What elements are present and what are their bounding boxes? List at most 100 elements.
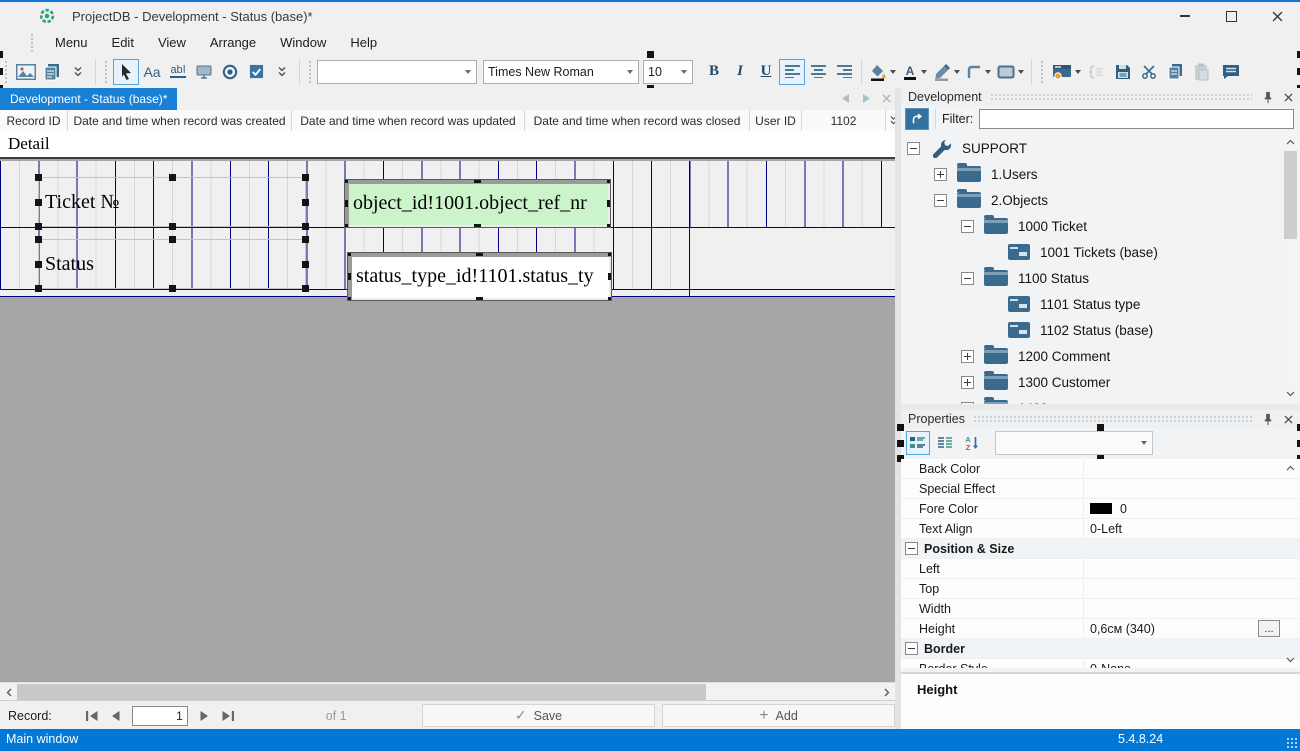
form-history-button[interactable] <box>1049 59 1084 85</box>
toolbar-grip[interactable] <box>1040 59 1045 84</box>
resize-grip[interactable] <box>1286 737 1298 749</box>
scrollbar-thumb[interactable] <box>17 684 706 700</box>
maximize-button[interactable] <box>1208 2 1254 30</box>
tab-close-button[interactable] <box>879 91 893 105</box>
scroll-right-button[interactable] <box>878 683 895 701</box>
tree-item-1100-status[interactable]: 1100 Status <box>901 265 1300 291</box>
previous-record-button[interactable] <box>104 705 128 727</box>
scrollbar-thumb[interactable] <box>1284 151 1297 239</box>
scroll-down-button[interactable] <box>1283 651 1298 668</box>
toolbar-grip[interactable] <box>308 59 313 84</box>
menu-item-help[interactable]: Help <box>338 32 389 53</box>
bold-button[interactable]: B <box>701 59 727 85</box>
expand-icon[interactable] <box>961 349 974 363</box>
ticket-label-control[interactable]: Ticket № <box>35 174 309 230</box>
column-header-1102[interactable]: 1102 <box>802 110 886 131</box>
tree-scrollbar[interactable] <box>1283 133 1298 402</box>
button-tool-button[interactable] <box>191 59 217 85</box>
tab-scroll-right-button[interactable] <box>859 91 873 105</box>
toolbar-grip[interactable] <box>104 59 109 84</box>
scroll-up-button[interactable] <box>1283 459 1298 476</box>
tree-item-1000-ticket[interactable]: 1000 Ticket <box>901 213 1300 239</box>
status-field-control[interactable]: status_type_id!1101.status_ty <box>347 252 612 301</box>
column-header-user-id[interactable]: User ID <box>750 110 802 131</box>
save-record-button[interactable]: ✓ Save <box>422 704 655 727</box>
next-record-button[interactable] <box>192 705 216 727</box>
menubar-grip[interactable] <box>30 32 35 53</box>
first-record-button[interactable] <box>80 705 104 727</box>
tab-scroll-left-button[interactable] <box>839 91 853 105</box>
collapse-icon[interactable] <box>905 542 918 555</box>
property-row-top[interactable]: Top <box>901 579 1300 599</box>
property-object-combobox[interactable] <box>995 431 1153 455</box>
property-row-special-effect[interactable]: Special Effect <box>901 479 1300 499</box>
property-category-position-size[interactable]: Position & Size <box>901 539 1300 559</box>
close-panel-button[interactable] <box>1280 89 1296 105</box>
font-size-combobox[interactable]: 10 <box>643 59 693 84</box>
pin-panel-button[interactable] <box>1260 89 1276 105</box>
sort-alphabetical-button[interactable]: AZ <box>960 431 984 455</box>
close-button[interactable] <box>1254 2 1300 30</box>
radio-tool-button[interactable] <box>217 59 243 85</box>
tree-item-1102-status-base[interactable]: 1102 Status (base) <box>901 317 1300 343</box>
insert-image-button[interactable] <box>13 59 39 85</box>
property-value[interactable]: 0-None <box>1084 662 1300 669</box>
outline-button[interactable] <box>1084 59 1110 85</box>
property-row-text-align[interactable]: Text Align 0-Left <box>901 519 1300 539</box>
property-row-height[interactable]: Height 0,6см (340) ... <box>901 619 1300 639</box>
detail-band-header[interactable]: Detail <box>0 131 895 159</box>
font-family-combobox[interactable]: Times New Roman <box>483 59 639 84</box>
align-left-button[interactable] <box>779 58 805 85</box>
scroll-down-button[interactable] <box>1283 385 1298 402</box>
scroll-left-button[interactable] <box>0 683 17 701</box>
italic-button[interactable]: I <box>727 59 753 85</box>
menu-item-view[interactable]: View <box>146 32 198 53</box>
column-header-created[interactable]: Date and time when record was created <box>68 110 292 131</box>
style-combobox[interactable] <box>317 59 477 84</box>
border-style-button[interactable] <box>994 59 1027 85</box>
scroll-up-button[interactable] <box>1283 133 1298 150</box>
minimize-button[interactable] <box>1162 2 1208 30</box>
border-corner-button[interactable] <box>963 59 994 85</box>
property-row-fore-color[interactable]: Fore Color 0 <box>901 499 1300 519</box>
collapse-icon[interactable] <box>907 141 920 155</box>
ellipsis-button[interactable]: ... <box>1258 620 1280 637</box>
tree-item-objects[interactable]: 2.Objects <box>901 187 1300 213</box>
pin-panel-button[interactable] <box>1260 411 1276 427</box>
font-color-button[interactable]: A <box>899 59 930 85</box>
fill-color-button[interactable] <box>866 59 899 85</box>
line-color-button[interactable] <box>930 59 963 85</box>
checkbox-tool-button[interactable] <box>243 59 269 85</box>
column-header-updated[interactable]: Date and time when record was updated <box>292 110 525 131</box>
tree-item-1300-customer[interactable]: 1300 Customer <box>901 369 1300 395</box>
categorized-view-button[interactable] <box>906 431 930 455</box>
property-value[interactable]: 0-Left <box>1084 522 1300 536</box>
toolbar-grip[interactable] <box>4 59 9 84</box>
property-row-width[interactable]: Width <box>901 599 1300 619</box>
close-panel-button[interactable] <box>1280 411 1296 427</box>
label-tool-button[interactable]: Aa <box>139 59 165 85</box>
properties-scrollbar[interactable] <box>1283 459 1298 668</box>
navigate-to-object-button[interactable] <box>905 108 929 130</box>
record-number-input[interactable] <box>131 705 188 726</box>
add-record-button[interactable]: + Add <box>662 704 895 727</box>
collapse-icon[interactable] <box>934 193 947 207</box>
property-category-border[interactable]: Border <box>901 639 1300 659</box>
textbox-tool-button[interactable]: abǀ <box>165 59 191 85</box>
expand-icon[interactable] <box>934 167 947 181</box>
cut-button[interactable] <box>1136 59 1162 85</box>
copy-button[interactable] <box>1162 59 1188 85</box>
tab-development-status-base[interactable]: Development - Status (base)* <box>0 88 178 110</box>
save-button[interactable] <box>1110 59 1136 85</box>
property-row-left[interactable]: Left <box>901 559 1300 579</box>
column-header-closed[interactable]: Date and time when record was closed <box>525 110 750 131</box>
notes-button[interactable] <box>1218 59 1244 85</box>
menu-item-edit[interactable]: Edit <box>100 32 146 53</box>
expand-icon[interactable] <box>961 375 974 389</box>
paste-button[interactable] <box>1188 59 1214 85</box>
tree-item-1400[interactable]: 1400 <box>901 395 1300 404</box>
menu-item-menu[interactable]: Menu <box>43 32 100 53</box>
underline-button[interactable]: U <box>753 59 779 85</box>
last-record-button[interactable] <box>216 705 240 727</box>
tree-item-users[interactable]: 1.Users <box>901 161 1300 187</box>
